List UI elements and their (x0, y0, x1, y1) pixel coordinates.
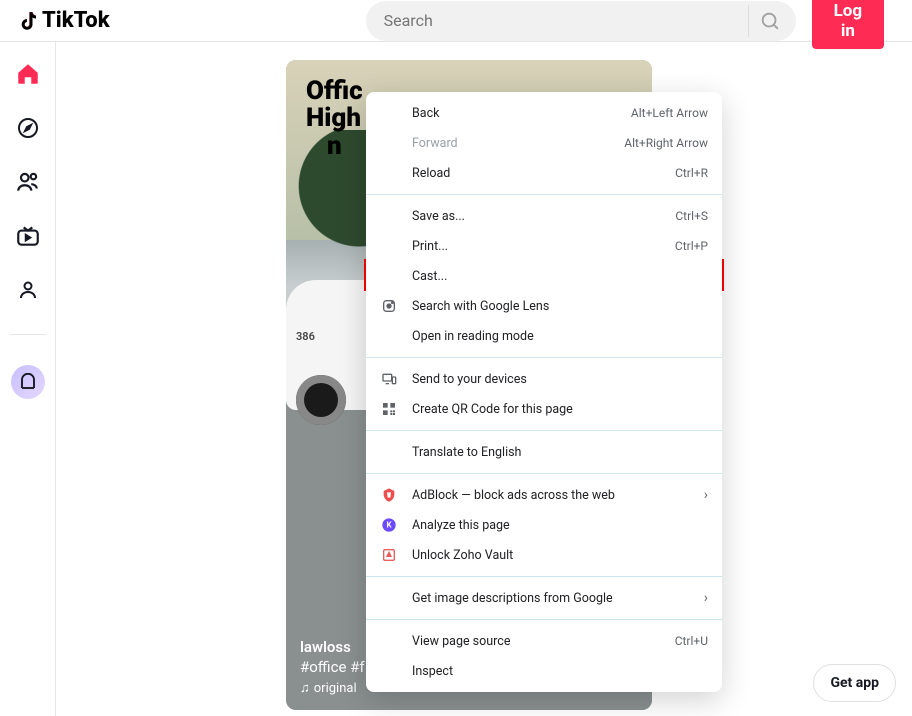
adblock-icon (380, 487, 398, 503)
sidebar-item-explore[interactable] (14, 114, 42, 142)
vault-icon (380, 547, 398, 563)
ctx-label: AdBlock — block ads across the web (412, 488, 690, 503)
ctx-item-search-with-google-lens[interactable]: Search with Google Lens (366, 291, 722, 321)
ctx-shortcut: Ctrl+P (675, 239, 708, 253)
ctx-item-inspect[interactable]: Inspect (366, 656, 722, 686)
ctx-shortcut: Ctrl+R (675, 166, 708, 180)
sidebar-item-following[interactable] (14, 168, 42, 196)
home-icon (15, 61, 41, 87)
video-sound[interactable]: ♫original (300, 680, 365, 696)
ctx-item-unlock-zoho-vault[interactable]: Unlock Zoho Vault (366, 540, 722, 570)
person-icon (16, 278, 40, 302)
ctx-item-print[interactable]: Print... Ctrl+P (366, 231, 722, 261)
analyze-icon: K (380, 517, 398, 533)
sidebar-divider (10, 334, 46, 335)
ctx-label: View page source (412, 634, 661, 649)
ctx-label: Forward (412, 136, 610, 151)
compass-icon (16, 116, 40, 140)
ctx-label: Translate to English (412, 445, 708, 460)
ctx-item-reload[interactable]: Reload Ctrl+R (366, 158, 722, 188)
ctx-shortcut: Alt+Right Arrow (624, 136, 708, 150)
ctx-shortcut: Ctrl+S (675, 209, 708, 223)
sidebar (0, 42, 56, 716)
ctx-shortcut: Alt+Left Arrow (631, 106, 708, 120)
ctx-item-get-image-descriptions-from-google[interactable]: Get image descriptions from Google › (366, 583, 722, 613)
ctx-label: Create QR Code for this page (412, 402, 708, 417)
arch-icon (19, 373, 37, 391)
search-button[interactable] (748, 5, 792, 37)
ctx-label: Cast... (412, 269, 708, 284)
music-note-icon: ♫ (300, 680, 310, 696)
sidebar-item-profile[interactable] (14, 276, 42, 304)
devices-icon (380, 371, 398, 387)
search-wrapper (366, 1, 796, 41)
ctx-label: Unlock Zoho Vault (412, 548, 708, 563)
qr-icon (380, 401, 398, 417)
search-input[interactable] (366, 1, 796, 41)
ctx-item-analyze-this-page[interactable]: K Analyze this page (366, 510, 722, 540)
ctx-label: Analyze this page (412, 518, 708, 533)
sidebar-item-live[interactable] (14, 222, 42, 250)
ctx-item-forward: Forward Alt+Right Arrow (366, 128, 722, 158)
ctx-label: Search with Google Lens (412, 299, 708, 314)
video-meta: lawloss #office #f ♫original (300, 638, 365, 696)
live-icon (15, 223, 41, 249)
lens-icon (380, 298, 398, 314)
ctx-label: Get image descriptions from Google (412, 591, 690, 606)
video-overlay-text: Offic High n (306, 78, 363, 160)
chevron-right-icon: › (704, 590, 708, 606)
ctx-label: Print... (412, 239, 661, 254)
ctx-item-create-qr-code-for-this-page[interactable]: Create QR Code for this page (366, 394, 722, 424)
ctx-label: Inspect (412, 664, 708, 679)
ctx-label: Back (412, 106, 617, 121)
ctx-item-view-page-source[interactable]: View page source Ctrl+U (366, 626, 722, 656)
users-icon (15, 169, 41, 195)
tiktok-logo[interactable]: TikTok (16, 8, 110, 33)
browser-context-menu: Back Alt+Left Arrow Forward Alt+Right Arrow… (366, 92, 722, 692)
video-username[interactable]: lawloss (300, 638, 365, 656)
ctx-item-send-to-your-devices[interactable]: Send to your devices (366, 364, 722, 394)
sidebar-promo-avatar[interactable] (11, 365, 45, 399)
ctx-label: Send to your devices (412, 372, 708, 387)
header: TikTok Log in (0, 0, 912, 42)
ctx-label: Open in reading mode (412, 329, 708, 344)
brand-text: TikTok (42, 8, 110, 33)
sidebar-item-for-you[interactable] (14, 60, 42, 88)
ctx-item-save-as[interactable]: Save as... Ctrl+S (366, 201, 722, 231)
ctx-item-back[interactable]: Back Alt+Left Arrow (366, 98, 722, 128)
ctx-label: Reload (412, 166, 661, 181)
video-tags[interactable]: #office #f (300, 658, 365, 676)
ctx-item-cast[interactable]: Cast... (366, 261, 722, 291)
chevron-right-icon: › (704, 487, 708, 503)
ctx-item-translate-to-english[interactable]: Translate to English (366, 437, 722, 467)
ctx-item-open-in-reading-mode[interactable]: Open in reading mode (366, 321, 722, 351)
ctx-shortcut: Ctrl+U (675, 634, 708, 648)
tiktok-note-icon (16, 9, 40, 33)
get-app-button[interactable]: Get app (813, 664, 896, 702)
search-icon (759, 10, 781, 32)
ctx-label: Save as... (412, 209, 661, 224)
ctx-item-adblock-block-ads-across-the-web[interactable]: AdBlock — block ads across the web › (366, 480, 722, 510)
